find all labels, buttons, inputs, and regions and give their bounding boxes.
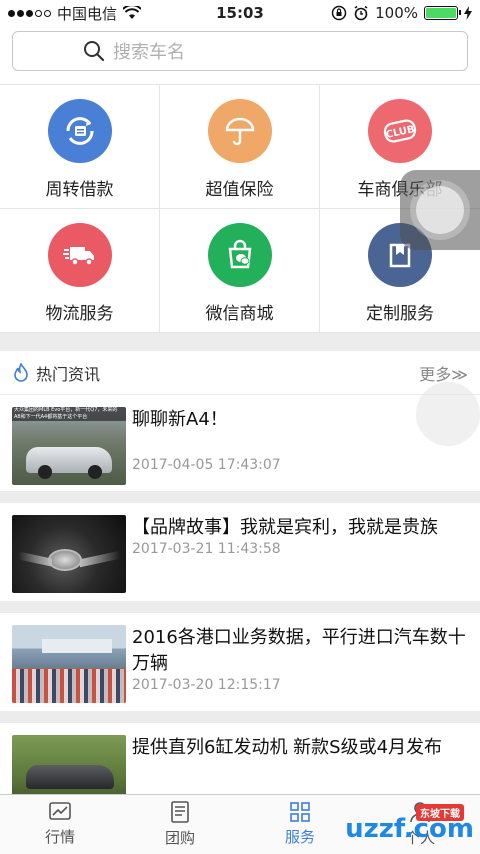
tab-group-buy[interactable]: 团购 xyxy=(120,795,240,854)
tab-group-buy-label: 团购 xyxy=(164,829,195,847)
news-item[interactable]: 【品牌故事】我就是宾利，我就是贵族 2017-03-21 11:43:58 xyxy=(0,503,480,601)
service-wechat-mall[interactable]: 微信商城 xyxy=(160,209,320,333)
rotation-lock-icon xyxy=(331,5,347,21)
document-icon xyxy=(171,801,189,823)
chart-icon xyxy=(49,802,71,820)
search-placeholder: 搜索车名 xyxy=(113,42,185,63)
service-logistics-label: 物流服务 xyxy=(45,304,114,324)
news-thumbnail: 大众集团的MLB Evo平台，新一代Q7，未来的A8和下一代A4都将基于这个平台 xyxy=(12,407,126,485)
news-thumbnail xyxy=(12,515,126,593)
service-wechat-mall-label: 微信商城 xyxy=(205,304,274,324)
truck-icon xyxy=(47,223,112,287)
service-insurance-label: 超值保险 xyxy=(205,180,274,200)
news-title: 提供直列6缸发动机 新款S级或4月发布 xyxy=(132,737,443,758)
tab-service-label: 服务 xyxy=(284,828,315,846)
floating-bubble xyxy=(416,382,480,446)
clock: 15:03 xyxy=(216,4,264,22)
service-insurance[interactable]: 超值保险 xyxy=(160,85,320,209)
charging-icon xyxy=(464,6,472,20)
assistive-touch-button[interactable] xyxy=(400,170,480,250)
club-icon: CLUB xyxy=(368,99,432,163)
news-title: 2016各港口业务数据，平行进口汽车数十万辆 xyxy=(132,627,466,674)
news-date: 2017-04-05 17:43:07 xyxy=(132,457,281,473)
wechat-bag-icon xyxy=(207,223,272,287)
news-title: 聊聊新A4！ xyxy=(132,409,228,430)
flame-icon xyxy=(14,362,28,382)
umbrella-icon xyxy=(207,99,272,163)
search-icon xyxy=(84,41,105,62)
status-bar: 中国电信 15:03 100% xyxy=(0,0,480,26)
more-link[interactable]: 更多≫ xyxy=(419,361,468,385)
news-list: 大众集团的MLB Evo平台，新一代Q7，未来的A8和下一代A4都将基于这个平台… xyxy=(0,395,480,821)
battery-percent: 100% xyxy=(375,4,418,22)
news-item[interactable]: 大众集团的MLB Evo平台，新一代Q7，未来的A8和下一代A4都将基于这个平台… xyxy=(0,395,480,491)
search-area: 搜索车名 xyxy=(0,26,480,84)
tab-market-label: 行情 xyxy=(44,828,75,846)
signal-icon xyxy=(8,9,51,17)
loan-icon xyxy=(47,99,112,163)
carrier-label: 中国电信 xyxy=(57,4,118,23)
grid-icon xyxy=(290,802,310,822)
hot-news-title: 热门资讯 xyxy=(36,364,101,384)
tab-market[interactable]: 行情 xyxy=(0,795,120,854)
hot-news-header: 热门资讯 更多≫ xyxy=(0,351,480,395)
battery-icon xyxy=(424,6,461,20)
site-watermark: 东坡下载 uzzf.com xyxy=(345,804,474,844)
news-item[interactable]: 2016各港口业务数据，平行进口汽车数十万辆 2017-03-20 12:15:… xyxy=(0,613,480,711)
news-date: 2017-03-20 12:15:17 xyxy=(132,677,281,693)
news-date: 2017-03-21 11:43:58 xyxy=(132,541,281,557)
service-loan-label: 周转借款 xyxy=(45,180,114,200)
wifi-icon xyxy=(123,6,142,19)
watermark-badge: 东坡下载 xyxy=(416,804,464,821)
thumbnail-caption: 大众集团的MLB Evo平台，新一代Q7，未来的A8和下一代A4都将基于这个平台 xyxy=(12,407,126,421)
tab-service[interactable]: 服务 xyxy=(240,795,360,854)
service-custom-label: 定制服务 xyxy=(366,304,434,324)
service-loan[interactable]: 周转借款 xyxy=(0,85,160,209)
alarm-icon xyxy=(354,5,368,21)
search-input[interactable]: 搜索车名 xyxy=(12,31,468,71)
news-title: 【品牌故事】我就是宾利，我就是贵族 xyxy=(132,517,438,538)
news-thumbnail xyxy=(12,625,126,703)
service-logistics[interactable]: 物流服务 xyxy=(0,209,160,333)
